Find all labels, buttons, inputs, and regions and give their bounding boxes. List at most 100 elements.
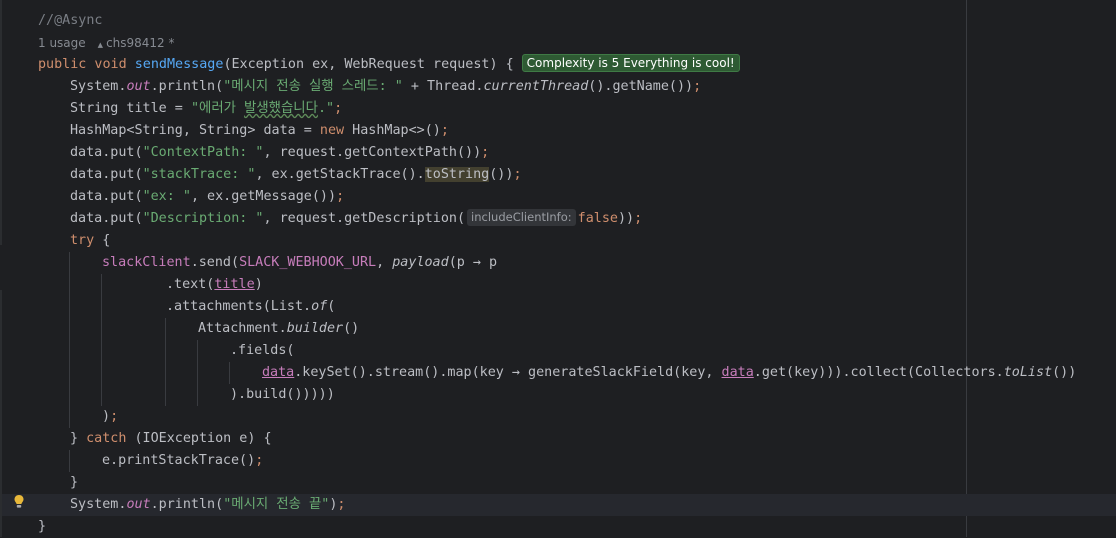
code-token: } — [70, 475, 79, 490]
code-token: out — [126, 497, 151, 512]
code-token: catch — [86, 431, 135, 446]
code-token: builder — [286, 321, 344, 336]
author-label[interactable]: ▲ chs98412 * — [98, 36, 175, 50]
code-token: out — [126, 79, 151, 94]
code-line[interactable]: String title = "에러가 발생했습니다."; — [0, 98, 1116, 120]
code-token: (Exception ex, WebRequest request) { — [223, 57, 514, 72]
code-token: data.put( — [70, 189, 143, 204]
code-text: String title = "에러가 발생했습니다."; — [70, 98, 342, 120]
code-line[interactable]: slackClient.send(SLACK_WEBHOOK_URL, payl… — [0, 252, 1116, 274]
code-token: HashMap<>() — [352, 123, 441, 138]
indent-guide — [165, 384, 166, 406]
code-token: { — [102, 233, 111, 248]
code-token: "stackTrace: " — [142, 167, 256, 182]
code-token: slackClient — [102, 255, 191, 270]
complexity-badge[interactable]: Complexity is 5 Everything is cool! — [521, 54, 740, 72]
code-text: data.put("Description: ", request.getDes… — [70, 208, 642, 230]
code-text: ); — [102, 406, 118, 428]
indent-guide — [101, 362, 102, 384]
code-line[interactable]: .attachments(List.of( — [0, 296, 1116, 318]
code-line[interactable]: try { — [0, 230, 1116, 252]
code-token: .fields( — [230, 343, 295, 358]
code-line[interactable]: HashMap<String, String> data = new HashM… — [0, 120, 1116, 142]
code-text: System.out.println("메시지 전송 끝"); — [70, 494, 345, 516]
indent-guide — [101, 296, 102, 318]
code-token: ; — [110, 409, 119, 424]
code-token: () — [343, 321, 360, 336]
code-token: .keySet().stream().map(key → generateSla… — [294, 365, 722, 380]
code-text: .text(title) — [166, 274, 263, 296]
code-line[interactable]: System.out.println("메시지 전송 끝"); — [0, 494, 1116, 516]
code-token: .println( — [150, 497, 224, 512]
code-line[interactable]: } catch (IOException e) { — [0, 428, 1116, 450]
code-line[interactable]: data.keySet().stream().map(key → generat… — [0, 362, 1116, 384]
code-editor[interactable]: //@Async 1 usage ▲ chs98412 * public void se… — [0, 0, 1116, 537]
indent-guide — [69, 296, 70, 318]
parameter-hint: includeClientInfo: — [467, 209, 576, 226]
indent-guide — [69, 406, 70, 428]
code-token: currentThread — [483, 79, 589, 94]
code-token: new — [319, 123, 353, 138]
code-token: "메시지 전송 끝" — [223, 497, 330, 512]
code-line[interactable]: ); — [0, 406, 1116, 428]
code-token: .println( — [150, 79, 224, 94]
code-line[interactable]: e.printStackTrace(); — [0, 450, 1116, 472]
code-token: ; — [334, 101, 343, 116]
code-line[interactable]: System.out.println("메시지 전송 실행 스레드: " + T… — [0, 76, 1116, 98]
code-token: ).build())))) — [230, 387, 335, 402]
code-text: HashMap<String, String> data = new HashM… — [70, 120, 449, 142]
code-line[interactable]: Attachment.builder() — [0, 318, 1116, 340]
code-token: SLACK_WEBHOOK_URL — [239, 255, 377, 270]
indent-guide — [69, 450, 70, 472]
code-token: public void — [38, 57, 135, 72]
code-token: ; — [440, 123, 449, 138]
code-text: .attachments(List.of( — [166, 296, 335, 318]
code-line[interactable]: //@Async — [0, 10, 1116, 32]
indent-guide — [69, 274, 70, 296]
code-token: ().getName()) — [588, 79, 694, 94]
code-line[interactable]: .fields( — [0, 340, 1116, 362]
indent-guide — [101, 318, 102, 340]
code-line[interactable]: public void sendMessage(Exception ex, We… — [0, 54, 1116, 76]
code-token: , ex.getStackTrace(). — [255, 167, 425, 182]
code-token: toList — [1003, 365, 1053, 380]
code-line[interactable]: data.put("stackTrace: ", ex.getStackTrac… — [0, 164, 1116, 186]
code-line[interactable]: data.put("ContextPath: ", request.getCon… — [0, 142, 1116, 164]
code-text: data.keySet().stream().map(key → generat… — [262, 362, 1076, 384]
code-line[interactable]: ).build())))) — [0, 384, 1116, 406]
code-text: //@Async — [38, 10, 103, 32]
code-text: } catch (IOException e) { — [70, 428, 272, 450]
code-text: data.put("ex: ", ex.getMessage()); — [70, 186, 344, 208]
code-token: ) — [102, 409, 111, 424]
author-name: chs98412 * — [106, 36, 175, 50]
usage-count[interactable]: 1 usage — [38, 36, 86, 50]
code-token: (IOException e) { — [134, 431, 272, 446]
code-token: + Thread. — [402, 79, 484, 94]
lightbulb-icon[interactable] — [13, 494, 25, 510]
code-token: payload — [392, 255, 449, 270]
code-token: data.put( — [70, 167, 143, 182]
code-line[interactable]: data.put("Description: ", request.getDes… — [0, 208, 1116, 230]
code-line[interactable]: } — [0, 516, 1116, 538]
code-token: //@Async — [38, 13, 103, 28]
usage-inlay[interactable]: 1 usage ▲ chs98412 * — [38, 32, 175, 56]
code-line[interactable]: } — [0, 472, 1116, 494]
code-text: data.put("stackTrace: ", ex.getStackTrac… — [70, 164, 522, 186]
code-token: "ContextPath: " — [142, 145, 264, 160]
code-token: ; — [337, 497, 346, 512]
code-line[interactable]: data.put("ex: ", ex.getMessage()); — [0, 186, 1116, 208]
indent-guide — [69, 318, 70, 340]
code-line[interactable]: .text(title) — [0, 274, 1116, 296]
code-token: ; — [481, 145, 490, 160]
code-text: Attachment.builder() — [198, 318, 359, 340]
code-token: .text( — [166, 277, 215, 292]
code-token: , — [376, 255, 393, 270]
indent-guide — [197, 340, 198, 362]
code-line[interactable]: 1 usage ▲ chs98412 * — [0, 32, 1116, 54]
code-text: } — [70, 472, 78, 494]
indent-guide — [69, 252, 70, 274]
code-token: 발생했습니다 — [244, 101, 318, 116]
indent-guide — [165, 340, 166, 362]
code-token: ." — [317, 101, 335, 116]
code-text: slackClient.send(SLACK_WEBHOOK_URL, payl… — [102, 252, 497, 274]
